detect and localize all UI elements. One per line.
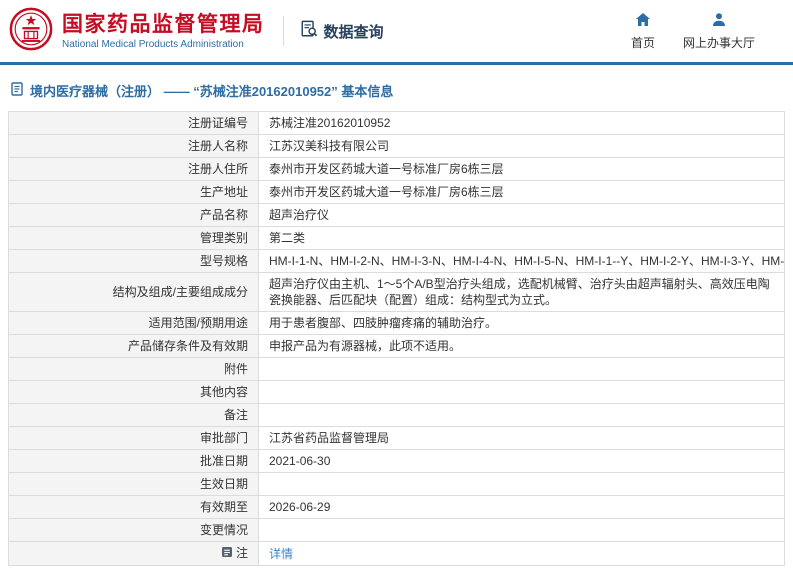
person-icon [711, 12, 727, 31]
table-row: 有效期至 2026-06-29 [8, 495, 785, 519]
field-value [258, 380, 785, 404]
table-row: 生效日期 [8, 472, 785, 496]
header-accent-bar [0, 62, 793, 65]
field-label: 备注 [8, 403, 259, 427]
field-value: 2026-06-29 [258, 495, 785, 519]
agency-name-en: National Medical Products Administration [62, 38, 244, 50]
field-value: 泰州市开发区药城大道一号标准厂房6栋三层 [258, 157, 785, 181]
field-label: 结构及组成/主要组成成分 [8, 272, 259, 312]
field-label: 注册证编号 [8, 111, 259, 135]
page-title-text: 境内医疗器械（注册） —— “苏械注准20162010952” 基本信息 [30, 83, 394, 99]
document-search-icon [300, 20, 318, 42]
field-value: 用于患者腹部、四肢肿瘤疼痛的辅助治疗。 [258, 311, 785, 335]
table-row: 批准日期 2021-06-30 [8, 449, 785, 473]
field-value: 江苏汉美科技有限公司 [258, 134, 785, 158]
table-row: 管理类别 第二类 [8, 226, 785, 250]
field-value: 超声治疗仪 [258, 203, 785, 227]
note-icon [221, 546, 233, 562]
field-value: 2021-06-30 [258, 449, 785, 473]
table-row: 型号规格 HM-I-1-N、HM-I-2-N、HM-I-3-N、HM-I-4-N… [8, 249, 785, 273]
field-value: 第二类 [258, 226, 785, 250]
details-link[interactable]: 详情 [269, 547, 293, 561]
table-row: 结构及组成/主要组成成分 超声治疗仪由主机、1～5个A/B型治疗头组成，选配机械… [8, 272, 785, 312]
table-row: 注册证编号 苏械注准20162010952 [8, 111, 785, 135]
field-label: 批准日期 [8, 449, 259, 473]
data-query-button[interactable]: 数据查询 [300, 20, 384, 42]
field-label: 适用范围/预期用途 [8, 311, 259, 335]
home-icon [635, 12, 651, 31]
field-label: 有效期至 [8, 495, 259, 519]
field-value: 泰州市开发区药城大道一号标准厂房6栋三层 [258, 180, 785, 204]
nav-service-hall-label: 网上办事大厅 [682, 35, 755, 50]
field-label: 审批部门 [8, 426, 259, 450]
field-label: 生效日期 [8, 472, 259, 496]
field-label: 型号规格 [8, 249, 259, 273]
agency-name-cn: 国家药品监督管理局 [62, 12, 265, 36]
header-divider [282, 16, 284, 46]
nmpa-logo[interactable]: 国家药品监督管理局 National Medical Products Admi… [8, 6, 265, 57]
field-value: 超声治疗仪由主机、1～5个A/B型治疗头组成，选配机械臂、治疗头由超声辐射头、高… [258, 272, 785, 312]
field-value: 详情 [258, 541, 785, 566]
field-value: HM-I-1-N、HM-I-2-N、HM-I-3-N、HM-I-4-N、HM-I… [258, 249, 785, 273]
document-icon [10, 81, 24, 99]
field-label: 管理类别 [8, 226, 259, 250]
field-value [258, 357, 785, 381]
field-label: 注册人名称 [8, 134, 259, 158]
field-label: 注 [8, 541, 259, 566]
field-value: 江苏省药品监督管理局 [258, 426, 785, 450]
field-label: 产品名称 [8, 203, 259, 227]
field-value [258, 472, 785, 496]
nav-home-label: 首页 [630, 35, 655, 50]
registration-info-table: 注册证编号 苏械注准20162010952 注册人名称 江苏汉美科技有限公司 注… [8, 111, 785, 566]
data-query-label: 数据查询 [323, 23, 384, 41]
national-emblem-icon [8, 6, 54, 57]
page-title: 境内医疗器械（注册） —— “苏械注准20162010952” 基本信息 [10, 81, 793, 99]
field-value: 苏械注准20162010952 [258, 111, 785, 135]
site-header: 国家药品监督管理局 National Medical Products Admi… [0, 0, 793, 62]
top-nav: 首页 网上办事大厅 [631, 12, 755, 51]
nav-home[interactable]: 首页 [631, 12, 655, 51]
field-value [258, 403, 785, 427]
table-row: 产品名称 超声治疗仪 [8, 203, 785, 227]
nav-service-hall[interactable]: 网上办事大厅 [683, 12, 755, 51]
table-row: 注册人住所 泰州市开发区药城大道一号标准厂房6栋三层 [8, 157, 785, 181]
table-row: 注册人名称 江苏汉美科技有限公司 [8, 134, 785, 158]
table-row: 备注 [8, 403, 785, 427]
table-row: 审批部门 江苏省药品监督管理局 [8, 426, 785, 450]
field-label: 生产地址 [8, 180, 259, 204]
table-row: 附件 [8, 357, 785, 381]
field-value: 申报产品为有源器械，此项不适用。 [258, 334, 785, 358]
table-row: 适用范围/预期用途 用于患者腹部、四肢肿瘤疼痛的辅助治疗。 [8, 311, 785, 335]
table-row: 其他内容 [8, 380, 785, 404]
field-label: 产品储存条件及有效期 [8, 334, 259, 358]
table-row: 变更情况 [8, 518, 785, 542]
field-label: 附件 [8, 357, 259, 381]
table-row: 注 详情 [8, 541, 785, 566]
table-row: 生产地址 泰州市开发区药城大道一号标准厂房6栋三层 [8, 180, 785, 204]
field-label: 变更情况 [8, 518, 259, 542]
field-label: 其他内容 [8, 380, 259, 404]
table-row: 产品储存条件及有效期 申报产品为有源器械，此项不适用。 [8, 334, 785, 358]
field-value [258, 518, 785, 542]
field-label: 注册人住所 [8, 157, 259, 181]
